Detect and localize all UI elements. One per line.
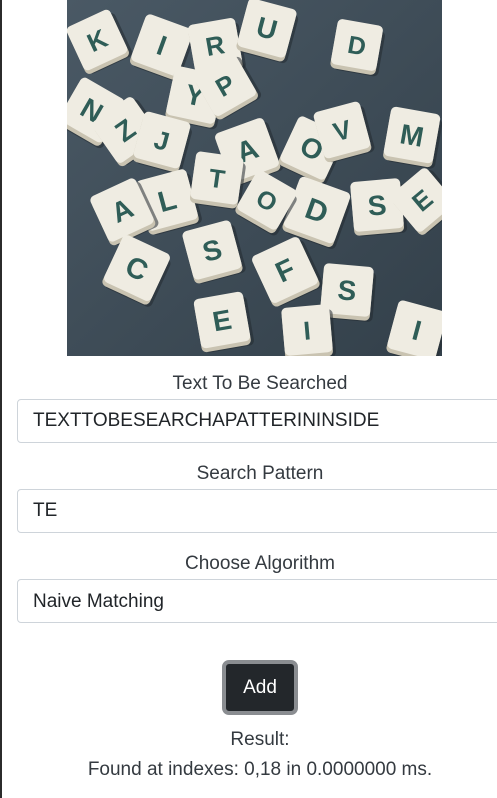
scrabble-tile: E	[193, 291, 254, 353]
page: KIRUYPDNZJAOVMSLTDACSFSEIIEO Text To Be …	[0, 0, 497, 798]
pattern-label: Search Pattern	[196, 463, 324, 484]
text-input[interactable]	[17, 399, 497, 443]
add-button[interactable]: Add	[222, 660, 298, 715]
algorithm-label: Choose Algorithm	[185, 553, 335, 574]
scrabble-tile: M	[383, 106, 442, 169]
result-label: Result:	[230, 729, 290, 750]
tile-letter: S	[336, 274, 357, 307]
hero-illustration: K I R UY PDNZ J A O V MSLTDAC SFSE IIEO	[67, 0, 442, 356]
scrabble-tile: I	[281, 304, 337, 356]
pattern-input[interactable]	[17, 489, 497, 533]
algorithm-select[interactable]: Naive Matching	[17, 579, 497, 623]
scrabble-tile: D	[330, 19, 385, 77]
scrabble-tile: T	[189, 151, 246, 210]
tile-letter: S	[366, 189, 387, 222]
text-label: Text To Be Searched	[172, 373, 348, 394]
result-text: Found at indexes: 0,18 in 0.0000000 ms.	[87, 759, 433, 780]
scrabble-tiles-photo: KIRUYPDNZJAOVMSLTDACSFSEIIEO	[67, 0, 442, 356]
